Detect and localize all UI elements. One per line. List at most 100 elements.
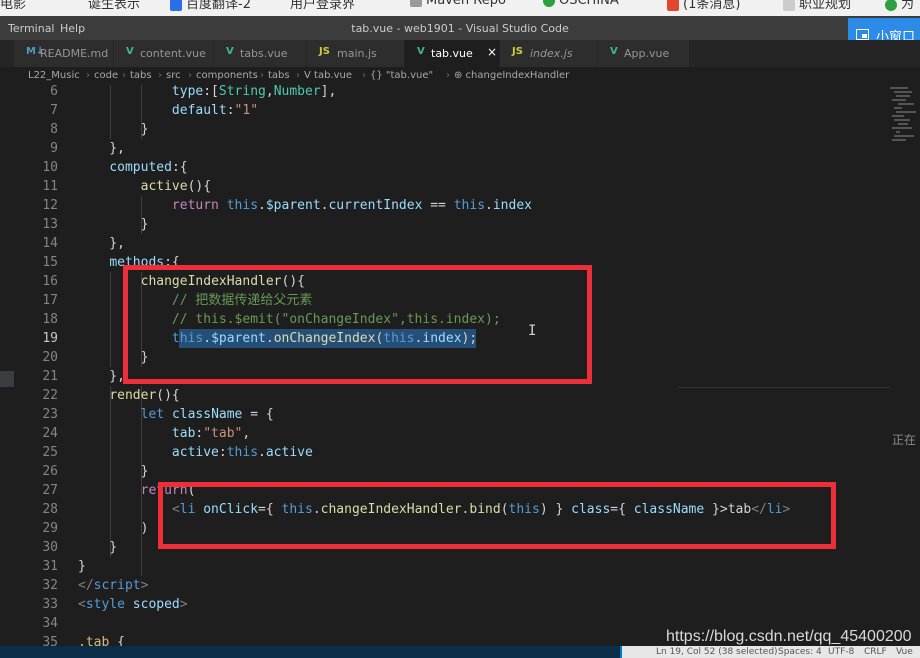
code-line[interactable]: 6 type:[String,Number], <box>0 85 880 101</box>
code-editor[interactable]: 6 type:[String,Number], 7 default:"1" 8 } 9… <box>0 85 920 647</box>
minimap-line <box>890 87 908 89</box>
code-token: == <box>422 198 454 213</box>
status-language[interactable]: Vue <box>896 647 913 657</box>
code-line[interactable]: 31} <box>0 557 880 576</box>
status-position[interactable]: Ln 19, Col 52 (38 selected) <box>656 647 778 657</box>
bookmark-item[interactable]: 电影 <box>0 0 26 12</box>
code-token: . <box>258 198 266 213</box>
code-line[interactable]: 29 ) <box>0 519 880 538</box>
code-token: String <box>218 85 266 99</box>
bookmark-item[interactable]: Maven Repo <box>410 0 506 8</box>
code-line[interactable]: 15 methods:{ <box>0 253 880 272</box>
code-line[interactable]: 26 } <box>0 462 880 481</box>
tab-main-js[interactable]: JS main.js <box>307 40 405 67</box>
code-line[interactable]: 11 active(){ <box>0 177 880 196</box>
minimap-line <box>894 119 910 121</box>
minimap[interactable] <box>890 85 920 155</box>
code-line[interactable]: 23 let className = { <box>0 405 880 424</box>
code-token: } <box>78 217 149 232</box>
tab-app-vue[interactable]: V App.vue <box>598 40 690 67</box>
code-token: return <box>171 198 219 213</box>
code-line[interactable]: 32 </script> <box>0 576 880 595</box>
code-line[interactable]: 30 } <box>0 538 880 557</box>
code-line[interactable]: 9 }, <box>0 139 880 158</box>
code-token: : <box>226 103 235 118</box>
code-line[interactable]: 12 return this.$parent.currentIndex == t… <box>0 196 880 215</box>
tab-index-js[interactable]: JS index.js <box>500 40 598 67</box>
code-text: } <box>78 557 86 576</box>
code-token: < <box>78 597 86 612</box>
line-number: 31 <box>42 559 58 574</box>
code-line[interactable]: 33 <style scoped> <box>0 595 880 614</box>
minimap-line <box>894 91 912 93</box>
bookmark-item[interactable]: 百度翻译-2 <box>170 0 251 12</box>
tab-label: README.md <box>40 47 109 60</box>
breadcrumb-item[interactable]: {} "tab.vue" <box>370 70 433 81</box>
bookmark-item[interactable]: OSCHINA <box>543 0 619 8</box>
line-number: 20 <box>42 350 58 365</box>
code-text: }, <box>78 234 125 253</box>
code-line[interactable]: 22 render(){ <box>0 386 880 405</box>
breadcrumb-item[interactable]: code <box>94 70 118 81</box>
code-token: > <box>179 597 188 612</box>
code-line[interactable]: 7 default:"1" <box>0 101 880 120</box>
code-line[interactable]: 21 }, <box>0 367 880 386</box>
code-line[interactable]: 10 computed:{ <box>0 158 880 177</box>
breadcrumb-item[interactable]: src <box>166 70 181 81</box>
code-token: < <box>171 502 180 517</box>
bookmark-item[interactable]: 诞生表示 <box>88 0 140 12</box>
bookmark-item[interactable]: 职业规划 <box>783 0 851 12</box>
status-eol[interactable]: CRLF <box>864 647 887 657</box>
tab-readme-md[interactable]: M↓ README.md <box>14 40 114 67</box>
code-line[interactable]: 17 // 把数据传递给父元素 <box>0 291 880 310</box>
breadcrumb-separator-icon: › <box>362 70 366 81</box>
bookmark-item[interactable]: 为 <box>885 0 914 12</box>
code-line[interactable]: 27 return( <box>0 481 880 500</box>
code-line[interactable]: 28 <li onClick={ this.changeIndexHandler… <box>0 500 880 519</box>
bookmark-item[interactable]: 用户登录界 <box>290 0 355 12</box>
code-text: <li onClick={ this.changeIndexHandler.bi… <box>78 500 790 519</box>
code-text: default:"1" <box>78 101 258 120</box>
breadcrumb-separator-icon: › <box>158 70 162 81</box>
code-line[interactable]: 8 } <box>0 120 880 139</box>
tab-tab-vue[interactable]: Vtab.vue × <box>405 40 500 67</box>
code-token: computed <box>109 160 172 175</box>
code-token: (){ <box>187 179 212 194</box>
code-text: } <box>78 348 149 367</box>
code-line[interactable]: 19 this.$parent.onChangeIndex(this.index… <box>0 329 880 348</box>
code-line[interactable]: 14 }, <box>0 234 880 253</box>
code-line[interactable]: 18 // this.$emit("onChangeIndex",this.in… <box>0 310 880 329</box>
code-token: , <box>265 85 274 99</box>
status-spaces[interactable]: Spaces: 4 <box>778 647 822 657</box>
code-text: this.$parent.onChangeIndex(this.index); <box>78 329 477 348</box>
code-line[interactable]: 16 changeIndexHandler(){ <box>0 272 880 291</box>
code-line[interactable]: 25 active:this.active <box>0 443 880 462</box>
breadcrumb-separator-icon: › <box>260 70 264 81</box>
line-number: 15 <box>42 255 58 270</box>
code-line[interactable]: 20 } <box>0 348 880 367</box>
code-token: $parent <box>265 198 321 213</box>
code-line[interactable]: 24 tab:"tab", <box>0 424 880 443</box>
breadcrumb-item[interactable]: components <box>196 70 258 81</box>
breadcrumb-item[interactable]: V tab.vue <box>304 70 352 81</box>
breadcrumb-item[interactable]: tabs <box>268 70 290 81</box>
code-token: active <box>171 445 219 460</box>
translate-icon <box>170 0 182 11</box>
tab-content-vue[interactable]: Vcontent.vue <box>114 40 214 67</box>
breadcrumb-item[interactable]: L22_Music <box>28 70 80 81</box>
code-token: return <box>140 483 188 498</box>
code-text: } <box>78 120 149 139</box>
status-encoding[interactable]: UTF-8 <box>828 647 854 657</box>
code-line[interactable]: 13 } <box>0 215 880 234</box>
close-tab-icon[interactable]: × <box>487 45 497 59</box>
mouse-cursor-icon: I <box>528 323 537 339</box>
code-token: > <box>140 578 149 593</box>
breadcrumb-item[interactable]: tabs <box>130 70 152 81</box>
breadcrumb-item[interactable]: ⊕ changeIndexHandler <box>454 70 569 81</box>
bookmark-item[interactable]: (1条消息) <box>667 0 740 12</box>
tab-tabs-vue[interactable]: Vtabs.vue <box>214 40 307 67</box>
